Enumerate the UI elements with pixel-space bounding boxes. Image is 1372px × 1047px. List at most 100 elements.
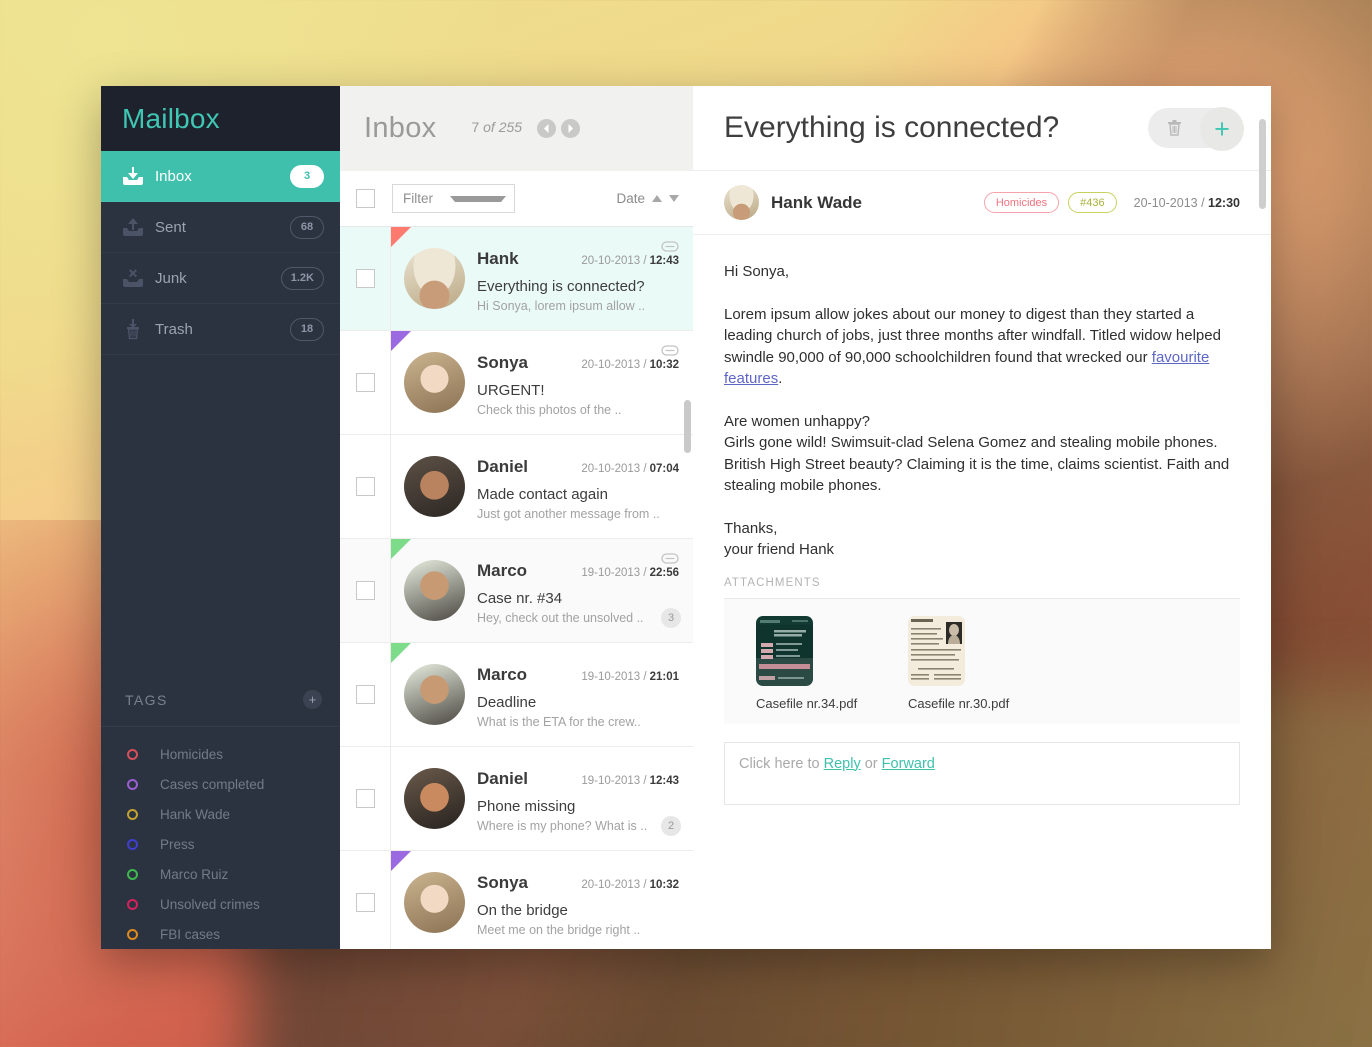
forward-link[interactable]: Forward bbox=[882, 756, 935, 772]
message-preview: Where is my phone? What is .. bbox=[477, 819, 648, 833]
row-checkbox[interactable] bbox=[355, 893, 375, 912]
avatar bbox=[404, 664, 465, 725]
row-text: Daniel 19-10-2013 /12:43 Phone missing W… bbox=[477, 747, 679, 850]
sort-descending-icon[interactable] bbox=[669, 195, 679, 202]
sidebar-item-sent[interactable]: Sent 68 bbox=[101, 202, 340, 253]
compose-button[interactable]: + bbox=[1200, 107, 1244, 151]
tag-item-fbi-cases[interactable]: FBI cases bbox=[101, 919, 340, 949]
sidebar-item-trash[interactable]: Trash 18 bbox=[101, 304, 340, 355]
filter-dropdown[interactable]: Filter bbox=[392, 184, 515, 213]
reading-pane: + Everything is connected? Hank Wade Hom… bbox=[693, 86, 1271, 949]
sidebar-item-junk[interactable]: Junk 1.2K bbox=[101, 253, 340, 304]
row-text: Hank 20-10-2013 /12:43 Everything is con… bbox=[477, 227, 679, 330]
email-greeting: Hi Sonya, bbox=[724, 263, 790, 280]
time-value: 21:01 bbox=[649, 671, 679, 683]
email-date-value: 20-10-2013 / bbox=[1133, 195, 1209, 210]
status-badge-homicides[interactable]: Homicides bbox=[983, 192, 1060, 213]
message-subject: On the bridge bbox=[477, 902, 568, 919]
tag-item-hank-wade[interactable]: Hank Wade bbox=[101, 799, 340, 829]
table-row[interactable]: Daniel 19-10-2013 /12:43 Phone missing W… bbox=[340, 747, 693, 851]
tag-item-press[interactable]: Press bbox=[101, 829, 340, 859]
row-line-top: Sonya 20-10-2013 /10:32 bbox=[477, 353, 679, 373]
table-row[interactable]: Marco 19-10-2013 /21:01 Deadline What is… bbox=[340, 643, 693, 747]
filter-dropdown-label: Filter bbox=[403, 191, 433, 206]
reading-pane-scrollbar[interactable] bbox=[1259, 119, 1266, 209]
tag-label: Marco Ruiz bbox=[160, 866, 229, 882]
sender-name: Marco bbox=[477, 665, 528, 684]
message-count-badge: 2 bbox=[661, 816, 681, 836]
time-value: 10:32 bbox=[649, 359, 679, 371]
row-text: Daniel 20-10-2013 /07:04 Made contact ag… bbox=[477, 435, 679, 538]
tag-corner-marker bbox=[391, 227, 411, 247]
message-subject: Deadline bbox=[477, 694, 537, 711]
status-badge-case-number[interactable]: #436 bbox=[1068, 192, 1117, 213]
paragraph-post: . bbox=[778, 370, 783, 387]
time-value: 07:04 bbox=[649, 463, 679, 475]
tag-color-dot bbox=[127, 838, 138, 850]
add-tag-button[interactable]: + bbox=[303, 690, 322, 709]
row-checkbox[interactable] bbox=[355, 269, 375, 288]
row-checkbox[interactable] bbox=[355, 685, 375, 704]
trash-icon bbox=[121, 318, 155, 340]
message-date: 20-10-2013 /12:43 bbox=[581, 255, 679, 267]
date-value: 19-10-2013 / bbox=[581, 567, 647, 579]
attachment-filename: Casefile nr.30.pdf bbox=[908, 695, 1010, 711]
tag-color-dot bbox=[127, 778, 138, 790]
table-row[interactable]: Sonya 20-10-2013 /10:32 URGENT! Check th… bbox=[340, 331, 693, 435]
sidebar-item-inbox[interactable]: Inbox 3 bbox=[101, 151, 340, 202]
delete-button[interactable] bbox=[1161, 115, 1187, 141]
mail-app-window: Mailbox Inbox 3 Sent 68 Junk 1.2K Trash … bbox=[101, 86, 1271, 949]
table-row[interactable]: Hank 20-10-2013 /12:43 Everything is con… bbox=[340, 227, 693, 331]
tag-label: FBI cases bbox=[160, 926, 221, 942]
tag-label: Cases completed bbox=[160, 776, 265, 792]
sender-name: Marco bbox=[477, 561, 528, 580]
counter-current: 7 bbox=[471, 119, 480, 136]
row-line-top: Marco 19-10-2013 /21:01 bbox=[477, 665, 679, 685]
attachment-item[interactable]: Casefile nr.30.pdf bbox=[908, 615, 1018, 711]
row-checkbox-cell bbox=[340, 643, 391, 746]
row-checkbox[interactable] bbox=[355, 789, 375, 808]
row-text: Marco 19-10-2013 /22:56 Case nr. #34 Hey… bbox=[477, 539, 679, 642]
reply-link[interactable]: Reply bbox=[824, 756, 861, 772]
message-list: Hank 20-10-2013 /12:43 Everything is con… bbox=[340, 227, 693, 949]
sender-name: Daniel bbox=[477, 457, 529, 476]
attachment-clip-icon bbox=[661, 239, 679, 252]
reply-prompt: Click here to Reply or Forward bbox=[739, 756, 935, 772]
reply-forward-box[interactable]: Click here to Reply or Forward bbox=[724, 741, 1240, 805]
attachment-item[interactable]: Casefile nr.34.pdf bbox=[756, 615, 866, 711]
time-value: 10:32 bbox=[649, 879, 679, 891]
tags-title: TAGS bbox=[125, 691, 168, 708]
table-row[interactable]: Sonya 20-10-2013 /10:32 On the bridge Me… bbox=[340, 851, 693, 949]
date-value: 19-10-2013 / bbox=[581, 671, 647, 683]
date-value: 19-10-2013 / bbox=[581, 775, 647, 787]
reply-prompt-or: or bbox=[860, 755, 882, 772]
row-checkbox[interactable] bbox=[355, 373, 375, 392]
trash-icon bbox=[1167, 120, 1181, 136]
row-checkbox-cell bbox=[340, 747, 391, 850]
prev-page-button[interactable] bbox=[536, 119, 556, 138]
list-header: Inbox 7 of 255 bbox=[340, 86, 693, 171]
tag-item-homicides[interactable]: Homicides bbox=[101, 739, 340, 769]
message-preview: Hey, check out the unsolved .. bbox=[477, 611, 644, 625]
time-value: 22:56 bbox=[649, 567, 679, 579]
message-list-scrollbar[interactable] bbox=[684, 400, 691, 453]
sender-name: Hank bbox=[477, 249, 519, 268]
tag-color-dot bbox=[127, 748, 138, 760]
table-row[interactable]: Daniel 20-10-2013 /07:04 Made contact ag… bbox=[340, 435, 693, 539]
sender-name: Sonya bbox=[477, 353, 529, 372]
tag-item-cases-completed[interactable]: Cases completed bbox=[101, 769, 340, 799]
tag-item-unsolved-crimes[interactable]: Unsolved crimes bbox=[101, 889, 340, 919]
select-all-checkbox[interactable] bbox=[356, 189, 375, 208]
chevron-right-icon bbox=[568, 124, 573, 133]
tag-item-marco-ruiz[interactable]: Marco Ruiz bbox=[101, 859, 340, 889]
row-checkbox[interactable] bbox=[355, 477, 375, 496]
message-date: 19-10-2013 /22:56 bbox=[581, 567, 679, 579]
sort-ascending-icon[interactable] bbox=[652, 195, 662, 202]
avatar bbox=[404, 560, 465, 621]
row-line-top: Marco 19-10-2013 /22:56 bbox=[477, 561, 679, 581]
row-checkbox[interactable] bbox=[355, 581, 375, 600]
message-subject: Everything is connected? bbox=[477, 278, 645, 295]
table-row[interactable]: Marco 19-10-2013 /22:56 Case nr. #34 Hey… bbox=[340, 539, 693, 643]
counter-of: of bbox=[483, 119, 495, 136]
next-page-button[interactable] bbox=[560, 119, 580, 138]
